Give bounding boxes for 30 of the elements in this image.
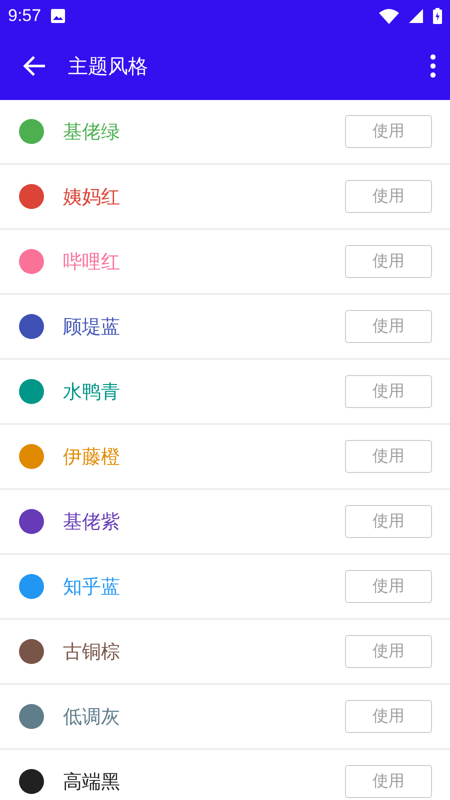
more-icon[interactable] <box>430 54 436 78</box>
use-button[interactable]: 使用 <box>345 765 432 798</box>
status-time: 9:57 <box>8 6 42 26</box>
use-button[interactable]: 使用 <box>345 635 432 668</box>
use-button[interactable]: 使用 <box>345 440 432 473</box>
signal-icon <box>409 9 423 23</box>
theme-name: 伊藤橙 <box>63 444 121 470</box>
use-button[interactable]: 使用 <box>345 180 432 213</box>
theme-name: 古铜棕 <box>63 640 121 664</box>
theme-name: 低调灰 <box>63 704 121 730</box>
back-icon[interactable] <box>22 55 46 77</box>
theme-name: 基佬绿 <box>63 120 121 144</box>
image-icon <box>51 9 66 23</box>
use-button[interactable]: 使用 <box>345 570 432 603</box>
use-button[interactable]: 使用 <box>345 115 432 148</box>
wifi-icon <box>379 8 399 24</box>
use-button[interactable]: 使用 <box>345 505 432 538</box>
theme-name: 基佬紫 <box>63 510 121 534</box>
theme-name: 知乎蓝 <box>63 574 121 600</box>
theme-name: 水鸭青 <box>63 380 121 404</box>
page-title: 主题风格 <box>68 52 149 80</box>
theme-name: 高端黑 <box>63 770 121 794</box>
use-button[interactable]: 使用 <box>345 245 432 278</box>
battery-icon <box>433 8 442 24</box>
theme-name: 姨妈红 <box>63 184 121 210</box>
theme-name: 哔哩红 <box>63 250 121 274</box>
use-button[interactable]: 使用 <box>345 375 432 408</box>
use-button[interactable]: 使用 <box>345 310 432 343</box>
use-button[interactable]: 使用 <box>345 700 432 733</box>
theme-name: 顾堤蓝 <box>63 314 121 340</box>
